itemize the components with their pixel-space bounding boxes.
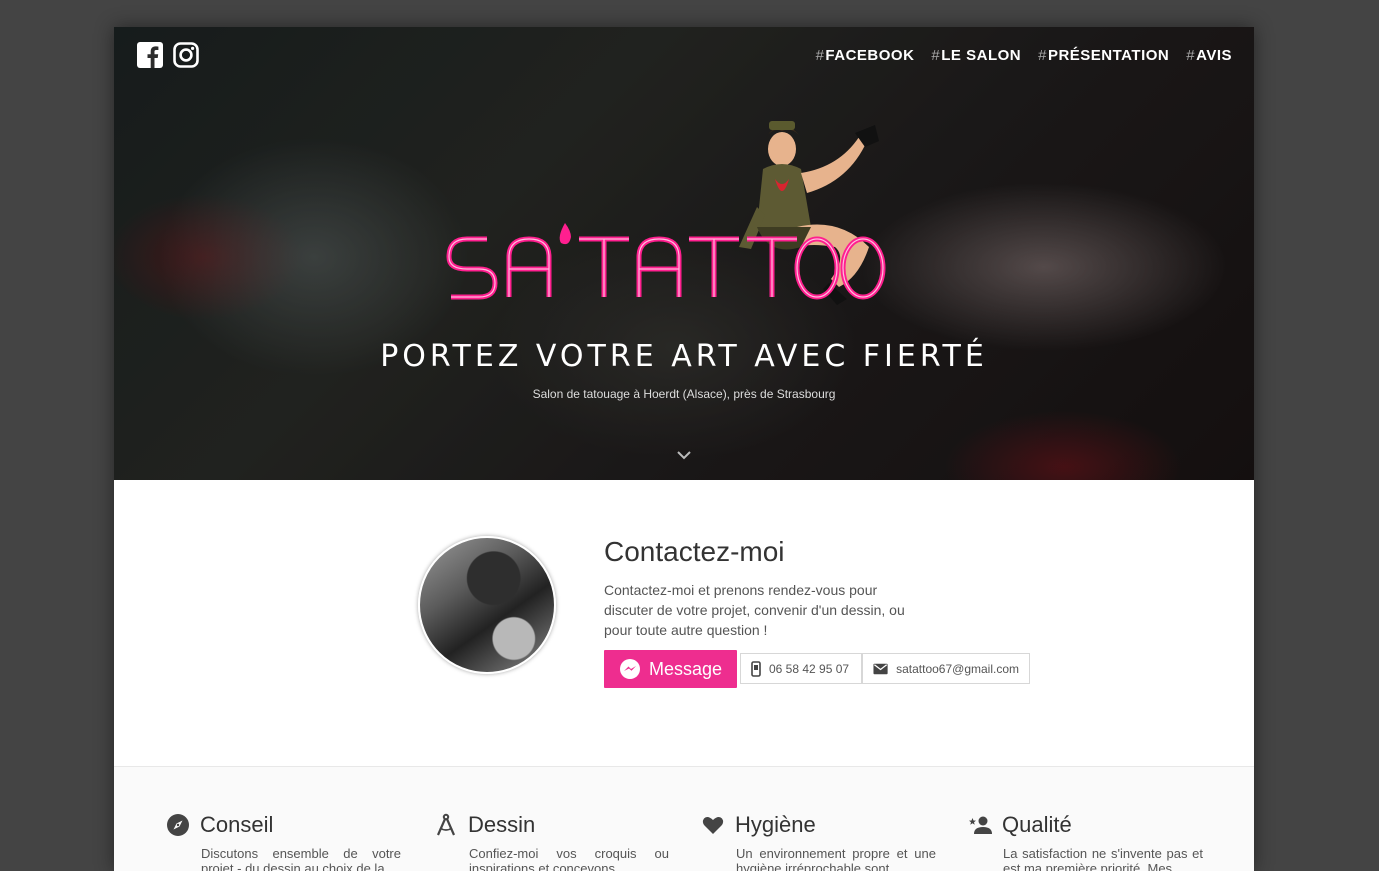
feature-qualite: Qualité La satisfaction ne s'invente pas… <box>968 812 1208 871</box>
nav-label: PRÉSENTATION <box>1047 47 1170 64</box>
feature-title: Dessin <box>468 812 536 837</box>
nav-label: LE SALON <box>941 47 1022 64</box>
user-star-icon <box>969 816 992 834</box>
hero-subtitle: Salon de tatouage à Hoerdt (Alsace), prè… <box>532 387 836 401</box>
ink-drop-icon <box>559 223 571 245</box>
nav-hash: # <box>815 47 825 64</box>
message-button-label: Message <box>648 658 723 679</box>
nav-link-presentation[interactable]: #PRÉSENTATION <box>1038 47 1169 64</box>
hero-tagline: PORTEZ VOTRE ART AVEC FIERTÉ <box>380 339 988 374</box>
feature-conseil: Conseil Discutons ensemble de votre proj… <box>166 812 406 871</box>
feature-text: Discutons ensemble de votre projet - du … <box>201 846 401 871</box>
social-links <box>137 42 199 68</box>
email-address: satattoo67@gmail.com <box>896 661 1019 676</box>
feature-hygiene: Hygiène Un environnement propre et une h… <box>701 812 941 871</box>
facebook-icon[interactable] <box>137 42 163 68</box>
nav-label: FACEBOOK <box>825 47 915 64</box>
chevron-down-icon[interactable] <box>676 448 692 462</box>
nav-link-avis[interactable]: #AVIS <box>1186 47 1232 64</box>
messenger-icon <box>619 659 640 679</box>
heart-icon <box>702 817 724 834</box>
feature-text: Confiez-moi vos croquis ou inspirations … <box>469 846 669 871</box>
contact-section: Contactez-moi Contactez-moi et prenons r… <box>114 480 1254 767</box>
phone-icon <box>751 660 761 677</box>
hero-banner: #FACEBOOK #LE SALON #PRÉSENTATION #AVIS <box>114 27 1254 480</box>
pinup-illustration <box>739 121 879 305</box>
feature-text: Un environnement propre et une hygiène i… <box>736 846 936 871</box>
sa-tattoo-logo <box>446 121 886 305</box>
nav-hash: # <box>1186 47 1196 64</box>
compass-icon <box>167 814 189 836</box>
phone-button[interactable]: 06 58 42 95 07 <box>740 653 862 684</box>
feature-title: Qualité <box>1002 812 1072 837</box>
features-section: Conseil Discutons ensemble de votre proj… <box>114 767 1254 871</box>
nav-label: AVIS <box>1196 47 1232 64</box>
contact-title: Contactez-moi <box>604 536 785 567</box>
nav-link-le-salon[interactable]: #LE SALON <box>931 47 1021 64</box>
message-button[interactable]: Message <box>604 650 737 688</box>
feature-title: Conseil <box>200 812 274 837</box>
instagram-icon[interactable] <box>173 42 199 68</box>
mail-icon <box>873 663 888 674</box>
nav-link-facebook[interactable]: #FACEBOOK <box>816 47 915 64</box>
feature-text: La satisfaction ne s'invente pas et est … <box>1003 846 1203 871</box>
phone-number: 06 58 42 95 07 <box>769 661 850 676</box>
main-nav: #FACEBOOK #LE SALON #PRÉSENTATION #AVIS <box>816 47 1232 64</box>
drafting-compass-icon <box>436 813 456 836</box>
nav-hash: # <box>931 47 941 64</box>
nav-hash: # <box>1038 47 1047 64</box>
contact-text: Contactez-moi et prenons rendez-vous pou… <box>604 582 905 638</box>
avatar <box>418 536 556 674</box>
email-button[interactable]: satattoo67@gmail.com <box>862 653 1030 684</box>
feature-title: Hygiène <box>735 812 816 837</box>
feature-dessin: Dessin Confiez-moi vos croquis ou inspir… <box>434 812 674 871</box>
logo-lettering <box>446 236 886 300</box>
page: #FACEBOOK #LE SALON #PRÉSENTATION #AVIS <box>114 27 1254 871</box>
